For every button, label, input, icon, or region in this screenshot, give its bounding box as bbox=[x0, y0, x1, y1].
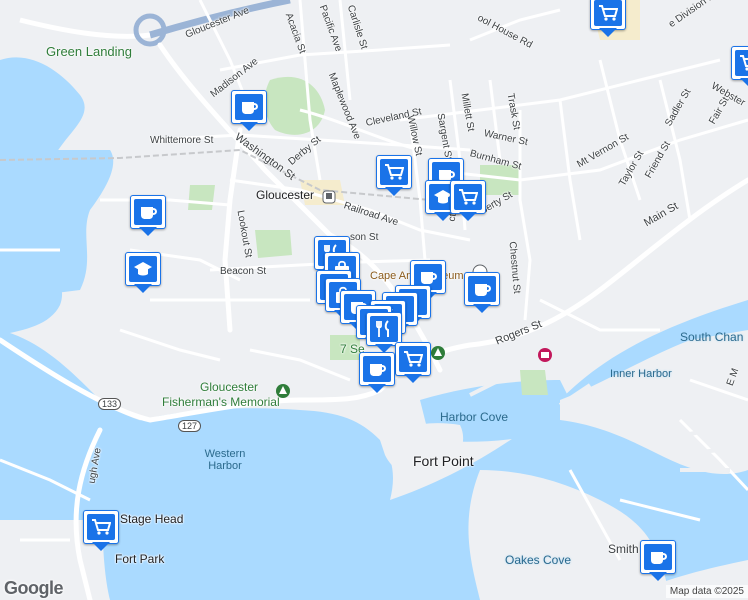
gloucester-station-label: Gloucester bbox=[256, 188, 315, 202]
map-attribution[interactable]: Map data ©2025 bbox=[665, 585, 748, 598]
museum-icon[interactable] bbox=[537, 347, 553, 363]
harbor-cove-label: Harbor Cove bbox=[440, 410, 509, 424]
stage-fort-park-label: Fort Park bbox=[115, 552, 165, 566]
cafe-pin[interactable] bbox=[359, 352, 395, 396]
shopping-cart-icon bbox=[740, 55, 748, 71]
fishermans-memorial-label-2: Fisherman's Memorial bbox=[162, 395, 280, 409]
stage-head-label: Stage Head bbox=[120, 512, 184, 526]
shopping-pin[interactable] bbox=[376, 155, 412, 199]
western-harbor-label: Western Harbor bbox=[204, 448, 246, 472]
coffee-cup-icon bbox=[242, 102, 258, 114]
map-canvas[interactable]: Green Landing Gloucester Cape Ann Museum… bbox=[0, 0, 748, 600]
graduation-cap-icon bbox=[134, 262, 152, 276]
street-emerson: son St bbox=[350, 232, 379, 243]
coffee-cup-icon bbox=[475, 284, 491, 296]
route-127-shield: 127 bbox=[178, 420, 202, 432]
shopping-pin[interactable] bbox=[731, 46, 748, 90]
inner-harbor-label: Inner Harbor bbox=[610, 368, 672, 380]
street-beacon: Beacon St bbox=[220, 266, 267, 277]
cafe-pin[interactable] bbox=[231, 90, 267, 134]
google-logo[interactable]: Google bbox=[4, 578, 64, 599]
fishermans-memorial-label-1: Gloucester bbox=[200, 380, 259, 394]
school-pin[interactable] bbox=[125, 252, 161, 296]
coffee-cup-icon bbox=[370, 364, 386, 376]
route-133-shield: 133 bbox=[98, 398, 122, 410]
shopping-pin[interactable] bbox=[450, 180, 486, 224]
train-station-icon[interactable] bbox=[322, 190, 336, 204]
oakes-cove-label: Oakes Cove bbox=[505, 553, 572, 567]
shopping-pin[interactable] bbox=[590, 0, 626, 40]
shopping-cart-icon bbox=[92, 519, 111, 535]
shopping-pin[interactable] bbox=[83, 510, 119, 554]
coffee-cup-icon bbox=[141, 207, 157, 219]
fork-knife-icon bbox=[376, 320, 389, 337]
green-landing-label: Green Landing bbox=[46, 44, 133, 59]
seven-seas-park-icon[interactable] bbox=[430, 345, 446, 363]
cafe-pin[interactable] bbox=[464, 272, 500, 316]
south-channel-label: South Chan bbox=[680, 330, 744, 344]
shopping-cart-icon bbox=[404, 351, 423, 367]
cafe-pin[interactable] bbox=[130, 195, 166, 239]
shopping-cart-icon bbox=[599, 5, 618, 21]
shopping-cart-icon bbox=[385, 164, 404, 180]
smith-label: Smith bbox=[608, 542, 639, 556]
coffee-cup-icon bbox=[651, 552, 667, 564]
shopping-pin[interactable] bbox=[395, 342, 431, 386]
fort-point-label: Fort Point bbox=[413, 453, 474, 469]
coffee-cup-icon bbox=[421, 272, 437, 284]
memorial-park-icon[interactable] bbox=[275, 383, 291, 401]
street-whittemore: Whittemore St bbox=[150, 135, 214, 146]
shopping-cart-icon bbox=[459, 189, 478, 205]
cafe-pin[interactable] bbox=[640, 540, 676, 584]
